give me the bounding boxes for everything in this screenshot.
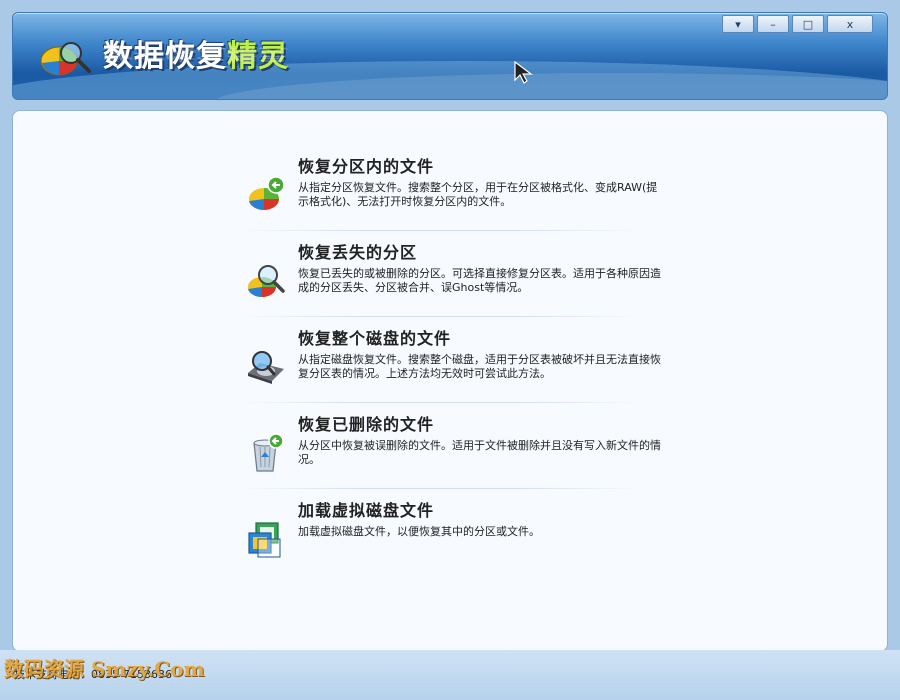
app-title-accent: 精灵 [227, 39, 289, 74]
option-divider [240, 316, 640, 317]
option-divider [240, 402, 640, 403]
disk-scan-icon [248, 351, 284, 384]
app-logo-icon [40, 42, 91, 76]
partition-recover-icon [249, 176, 285, 211]
option-load-virtual-disk[interactable]: 加载虚拟磁盘文件 加载虚拟磁盘文件，以便恢复其中的分区或文件。 [240, 497, 640, 577]
option-title: 恢复已删除的文件 [298, 415, 435, 434]
lost-partition-search-icon [248, 265, 285, 298]
app-title-main: 数据恢复 [103, 39, 227, 74]
watermark-text: 数码资源 Smzy.Com [4, 657, 205, 681]
option-title: 加载虚拟磁盘文件 [298, 501, 435, 520]
close-button[interactable]: x [827, 15, 873, 33]
option-description: 从指定分区恢复文件。搜索整个分区，用于在分区被格式化、变成RAW(提示格式化)、… [298, 181, 658, 208]
mouse-cursor-icon [514, 60, 533, 84]
option-title: 恢复分区内的文件 [298, 157, 435, 176]
option-title: 恢复整个磁盘的文件 [298, 329, 452, 348]
menu-dropdown-button[interactable]: ▾ [722, 15, 754, 33]
option-recover-lost-partition[interactable]: 恢复丢失的分区 恢复已丢失的或被删除的分区。可选择直接修复分区表。适用于各种原因… [240, 239, 661, 319]
option-description: 从指定磁盘恢复文件。搜索整个磁盘，适用于分区表被破坏并且无法直接恢复分区表的情况… [298, 353, 661, 380]
option-divider [240, 230, 640, 231]
app-title: 数据恢复精灵 [103, 31, 289, 75]
minimize-button[interactable]: – [757, 15, 789, 33]
header-banner: 数据恢复精灵 数据恢复精灵 ▾ – □ x [12, 12, 888, 100]
maximize-button[interactable]: □ [792, 15, 824, 33]
window-controls: ▾ – □ x [722, 15, 873, 33]
option-description: 加载虚拟磁盘文件，以便恢复其中的分区或文件。 [298, 525, 540, 538]
option-recover-deleted-files[interactable]: 恢复已删除的文件 从分区中恢复被误删除的文件。适用于文件被删除并且没有写入新文件… [240, 411, 661, 491]
option-title: 恢复丢失的分区 [298, 243, 418, 262]
option-description: 恢复已丢失的或被删除的分区。可选择直接修复分区表。适用于各种原因造成的分区丢失、… [298, 267, 661, 294]
option-recover-whole-disk[interactable]: 恢复整个磁盘的文件 从指定磁盘恢复文件。搜索整个磁盘，适用于分区表被破坏并且无法… [240, 325, 661, 405]
virtual-disk-icon [248, 522, 281, 558]
option-description: 从分区中恢复被误删除的文件。适用于文件被删除并且没有写入新文件的情况。 [298, 439, 661, 466]
option-recover-partition-files[interactable]: 恢复分区内的文件 从指定分区恢复文件。搜索整个分区，用于在分区被格式化、变成RA… [240, 153, 657, 233]
recycle-bin-icon [253, 433, 284, 472]
option-divider [240, 488, 640, 489]
